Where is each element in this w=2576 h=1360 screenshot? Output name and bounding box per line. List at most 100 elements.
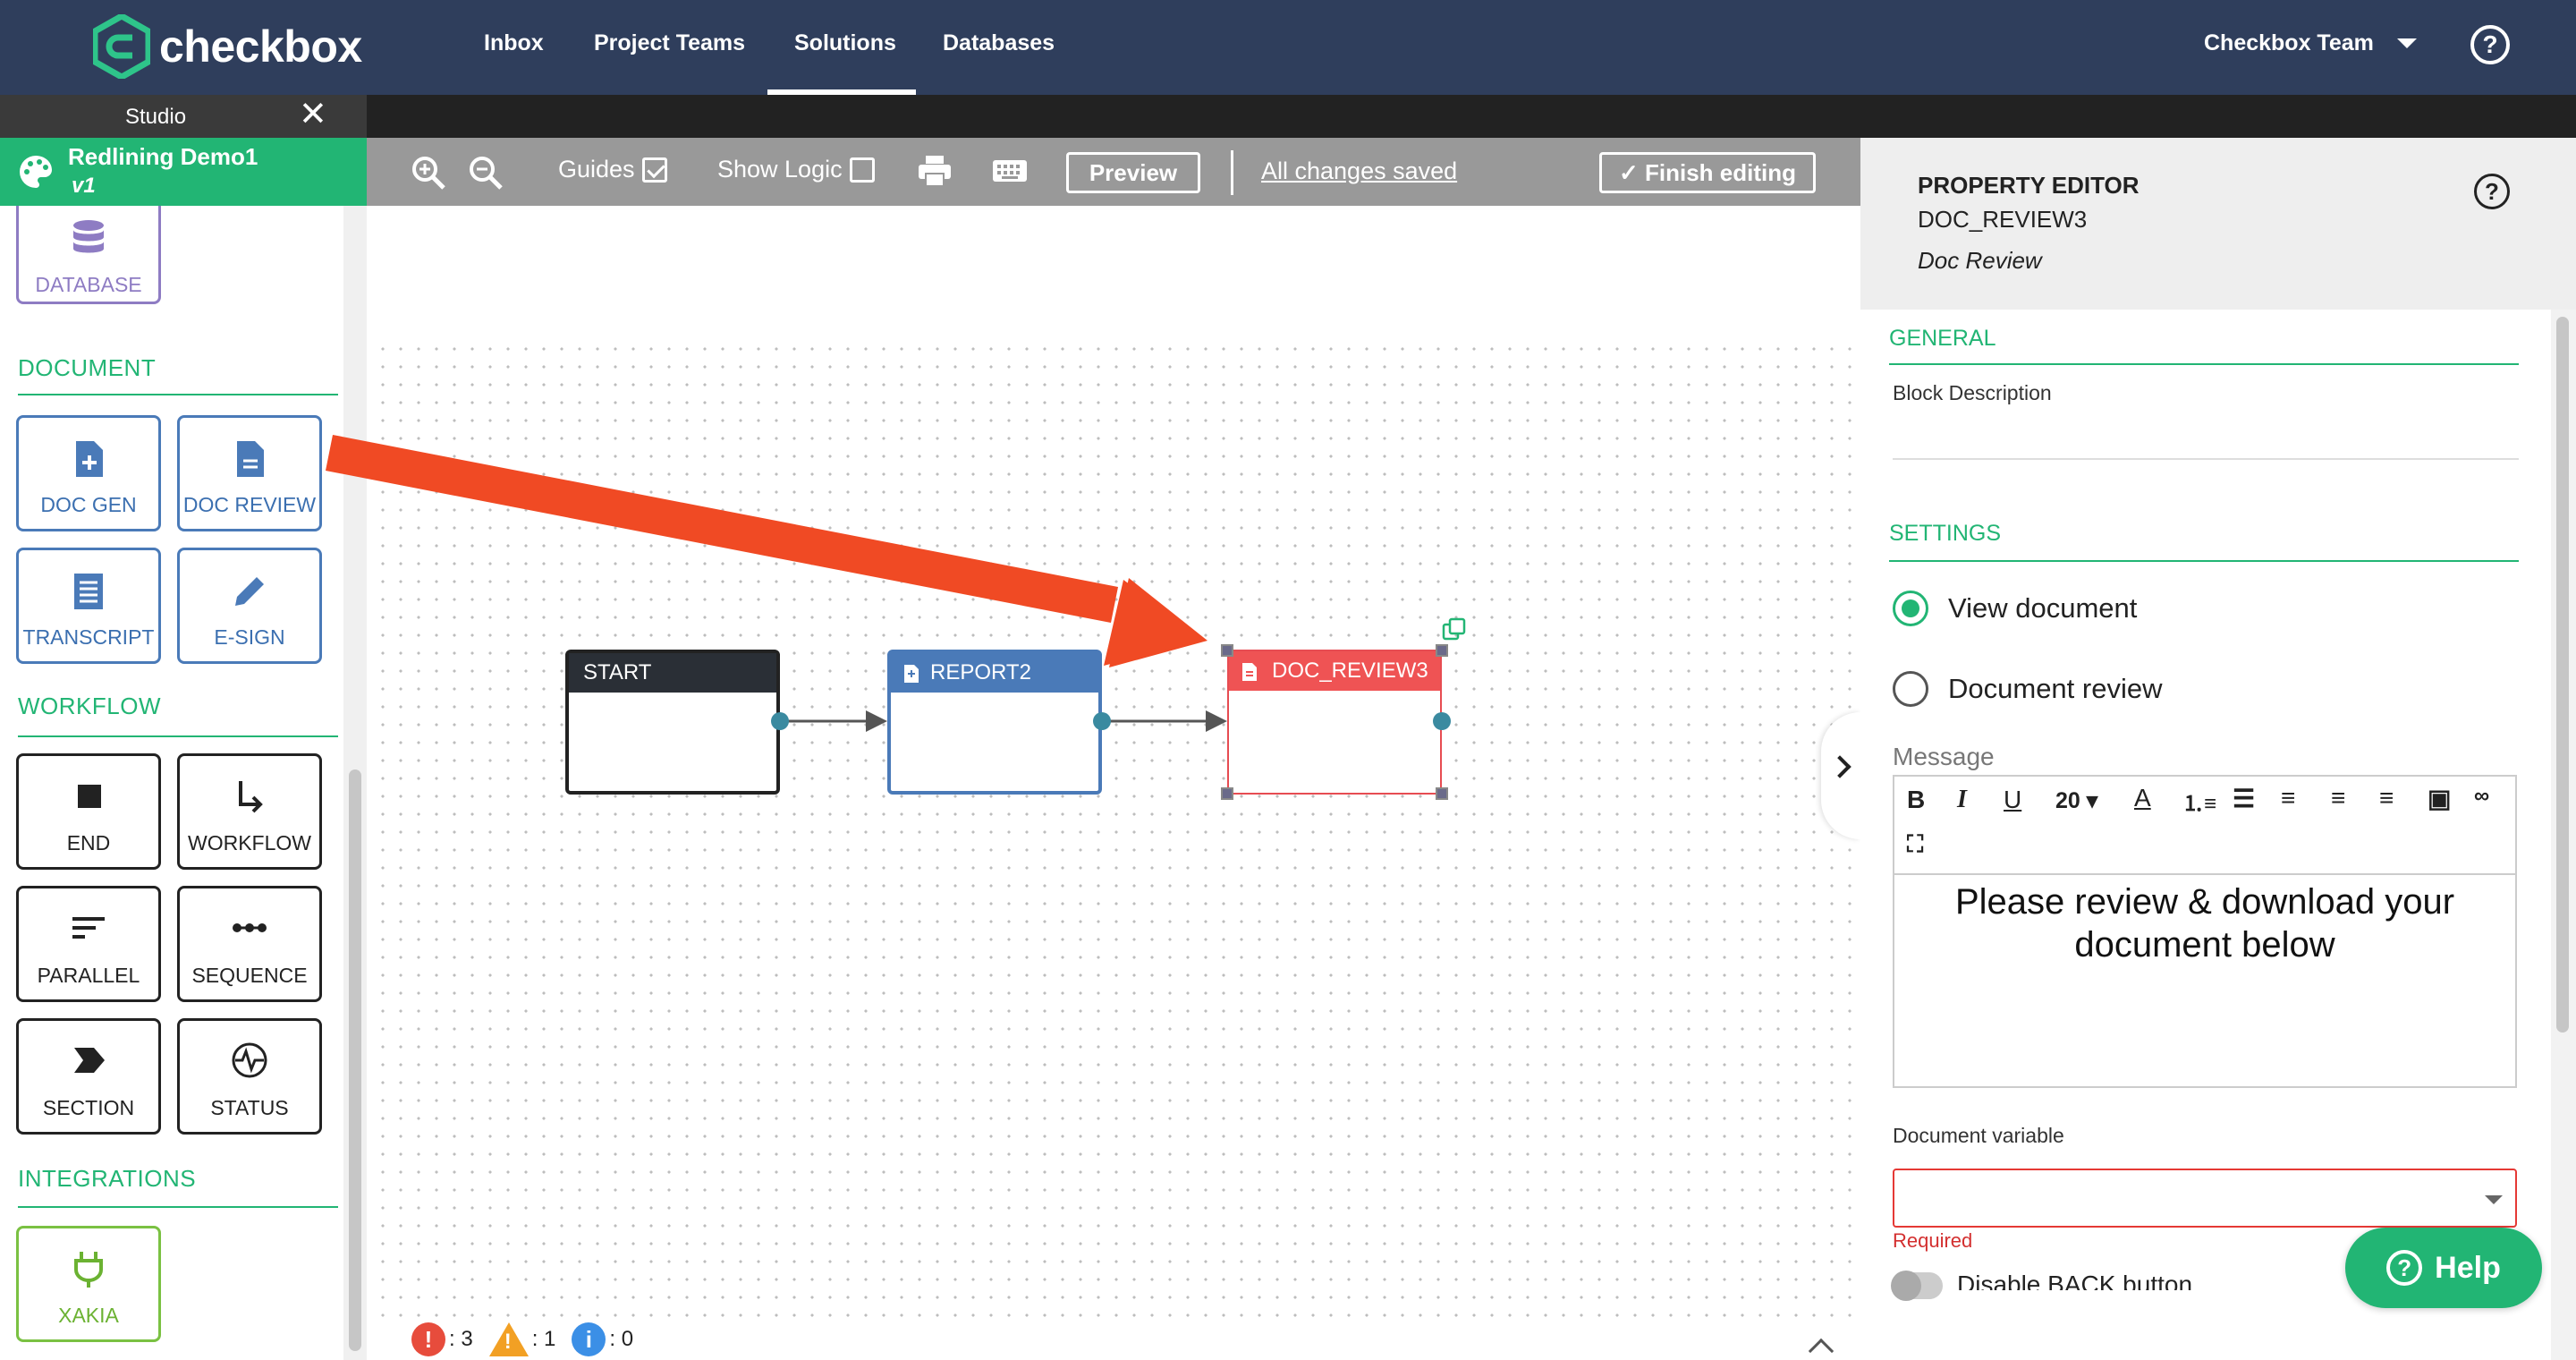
help-icon[interactable]: ? xyxy=(2474,174,2510,209)
block-label: SEQUENCE xyxy=(191,964,308,987)
resize-handle[interactable] xyxy=(1436,787,1448,800)
error-count[interactable]: ! : 3 xyxy=(411,1322,473,1356)
block-label: DATABASE xyxy=(35,273,142,296)
document-icon xyxy=(1242,663,1257,681)
block-label: SECTION xyxy=(42,1096,135,1119)
output-port[interactable] xyxy=(1093,712,1111,730)
guides-toggle[interactable]: Guides xyxy=(558,156,667,183)
studio-tab[interactable]: Studio ✕ xyxy=(0,95,367,138)
align-right-icon[interactable]: ≡ xyxy=(2379,784,2394,812)
message-content[interactable]: Please review & download your document b… xyxy=(1894,880,2515,966)
node-report2[interactable]: REPORT2 xyxy=(887,650,1102,795)
block-label: DOC REVIEW xyxy=(182,493,317,516)
help-button[interactable]: ? Help xyxy=(2345,1228,2542,1308)
disable-back-label: Disable BACK button xyxy=(1957,1271,2193,1290)
image-icon[interactable]: ▣ xyxy=(2428,784,2451,813)
warning-count[interactable]: ! : 1 xyxy=(488,1322,555,1356)
node-title: REPORT2 xyxy=(891,653,1098,693)
document-variable-select[interactable] xyxy=(1893,1169,2517,1228)
bold-icon[interactable]: B xyxy=(1907,786,1925,814)
text-color-icon[interactable]: A xyxy=(2134,784,2151,812)
block-transcript[interactable]: TRANSCRIPT xyxy=(16,548,161,664)
guides-checkbox[interactable] xyxy=(641,157,667,183)
block-section[interactable]: SECTION xyxy=(16,1018,161,1135)
top-navigation: checkbox Inbox Project Teams Solutions D… xyxy=(0,0,2576,95)
message-rich-text-editor[interactable]: B I U 20 ▾ A ⒈≡ ☰ ≡ ≡ ≡ ▣ ∞ ⛶ Please rev… xyxy=(1893,775,2517,1088)
resize-handle[interactable] xyxy=(1221,644,1233,657)
sequence-icon xyxy=(180,910,319,953)
link-icon[interactable]: ∞ xyxy=(2474,784,2489,809)
collapse-panel-button[interactable] xyxy=(1821,712,1860,839)
node-doc-review3[interactable]: DOC_REVIEW3 xyxy=(1227,650,1442,795)
parallel-icon xyxy=(19,910,158,953)
finish-editing-button[interactable]: ✓ Finish editing xyxy=(1599,152,1816,193)
print-icon[interactable] xyxy=(916,152,953,190)
transcript-icon xyxy=(19,572,158,615)
disable-back-toggle[interactable] xyxy=(1891,1271,1943,1301)
show-logic-checkbox[interactable] xyxy=(849,157,875,183)
ordered-list-icon[interactable]: ⒈≡ xyxy=(2182,786,2216,817)
output-port[interactable] xyxy=(771,712,789,730)
block-xakia[interactable]: XAKIA xyxy=(16,1226,161,1342)
radio-view-document[interactable] xyxy=(1893,591,1928,626)
radio-label[interactable]: View document xyxy=(1948,592,2137,625)
validation-status-bar[interactable]: ! : 3 ! : 1 i : 0 xyxy=(411,1322,649,1356)
section-general: GENERAL xyxy=(1889,326,1996,351)
output-port[interactable] xyxy=(1433,712,1451,730)
unordered-list-icon[interactable]: ☰ xyxy=(2233,784,2255,813)
block-description-input[interactable] xyxy=(1893,458,2519,460)
block-label: PARALLEL xyxy=(37,964,140,987)
duplicate-icon[interactable] xyxy=(1442,617,1467,642)
nav-databases[interactable]: Databases xyxy=(943,30,1055,56)
block-status[interactable]: STATUS xyxy=(177,1018,322,1135)
font-size-value: 20 xyxy=(2055,788,2080,813)
info-count[interactable]: i : 0 xyxy=(572,1322,633,1356)
palette-icon xyxy=(20,156,52,188)
block-end[interactable]: END xyxy=(16,753,161,870)
check-icon: ✓ xyxy=(1618,159,1645,186)
sidebar-scrollbar-thumb[interactable] xyxy=(349,769,361,1351)
nav-solutions[interactable]: Solutions xyxy=(794,30,896,56)
block-e-sign[interactable]: E-SIGN xyxy=(177,548,322,664)
section-divider xyxy=(18,394,338,395)
fullscreen-icon[interactable]: ⛶ xyxy=(1907,830,1923,859)
chevron-right-icon xyxy=(1828,755,1852,778)
message-line: Please review & download your xyxy=(1954,882,2455,922)
logo-text: checkbox xyxy=(159,21,362,72)
resize-handle[interactable] xyxy=(1436,644,1448,657)
nav-project-teams[interactable]: Project Teams xyxy=(594,30,745,56)
italic-icon[interactable]: I xyxy=(1957,786,1967,814)
preview-button[interactable]: Preview xyxy=(1066,152,1200,193)
help-icon[interactable]: ? xyxy=(2470,25,2510,64)
nav-inbox[interactable]: Inbox xyxy=(484,30,544,56)
align-left-icon[interactable]: ≡ xyxy=(2281,784,2295,812)
block-parallel[interactable]: PARALLEL xyxy=(16,886,161,1002)
underline-icon[interactable]: U xyxy=(2004,786,2021,814)
checkbox-logo[interactable]: checkbox xyxy=(93,14,362,79)
zoom-in-icon[interactable] xyxy=(410,154,447,191)
close-icon[interactable]: ✕ xyxy=(299,97,327,132)
block-sequence[interactable]: SEQUENCE xyxy=(177,886,322,1002)
block-doc-gen[interactable]: DOC GEN xyxy=(16,415,161,531)
node-start[interactable]: START xyxy=(565,650,780,795)
workflow-canvas[interactable]: START REPORT2 DOC_REVIEW3 ! : 3 ! : 1 i … xyxy=(367,206,1860,1360)
font-size-select[interactable]: 20 ▾ xyxy=(2055,787,2097,814)
block-doc-review[interactable]: DOC REVIEW xyxy=(177,415,322,531)
radio-document-review[interactable] xyxy=(1893,671,1928,707)
resize-handle[interactable] xyxy=(1221,787,1233,800)
radio-label[interactable]: Document review xyxy=(1948,673,2162,705)
save-status-link[interactable]: All changes saved xyxy=(1261,157,1457,185)
block-database[interactable]: DATABASE xyxy=(16,206,161,304)
block-label: E-SIGN xyxy=(214,625,285,649)
project-version: v1 xyxy=(72,174,96,198)
align-center-icon[interactable]: ≡ xyxy=(2331,784,2345,812)
team-menu[interactable]: Checkbox Team xyxy=(2204,30,2417,56)
keyboard-icon[interactable] xyxy=(991,152,1029,190)
show-logic-toggle[interactable]: Show Logic xyxy=(717,156,875,183)
node-title: DOC_REVIEW3 xyxy=(1229,651,1440,691)
message-line: document below xyxy=(2074,925,2335,965)
zoom-out-icon[interactable] xyxy=(467,154,504,191)
block-workflow[interactable]: WORKFLOW xyxy=(177,753,322,870)
section-document: DOCUMENT xyxy=(18,354,157,381)
panel-scrollbar-thumb[interactable] xyxy=(2556,317,2569,1033)
